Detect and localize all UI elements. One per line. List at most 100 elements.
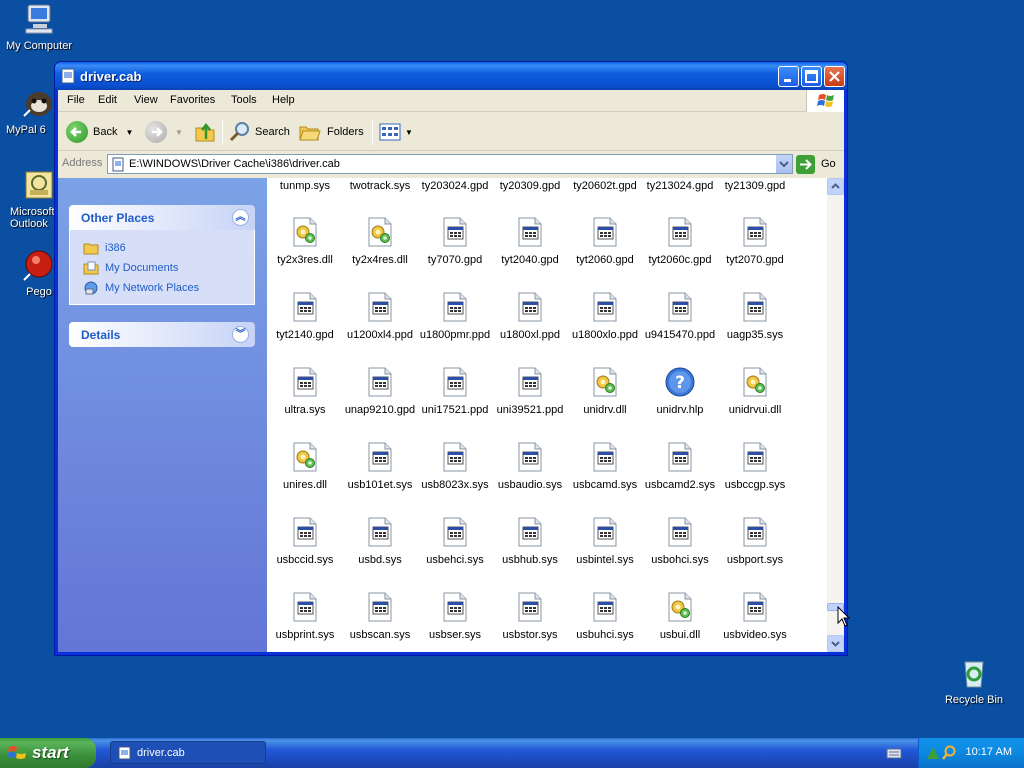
file-item[interactable]: usbaudio.sys — [492, 441, 568, 491]
file-item[interactable]: u1800pmr.ppd — [417, 291, 493, 341]
search-tray-icon[interactable] — [941, 745, 957, 761]
menu-file[interactable]: File — [67, 94, 85, 106]
file-item[interactable]: ty2x4res.dll — [342, 216, 418, 266]
file-item[interactable]: usbuhci.sys — [567, 591, 643, 641]
file-item[interactable]: unidrv.dll — [567, 366, 643, 416]
file-item[interactable]: u1800xlo.ppd — [567, 291, 643, 341]
file-item[interactable]: usbcamd.sys — [567, 441, 643, 491]
file-item[interactable]: ultra.sys — [267, 366, 343, 416]
file-name: u9415470.ppd — [644, 329, 716, 341]
maximize-button[interactable] — [801, 66, 822, 87]
file-item[interactable]: ty21309.gpd — [717, 178, 793, 192]
file-item[interactable]: tyt2070.gpd — [717, 216, 793, 266]
desktop-icon-recycle-bin[interactable]: Recycle Bin — [935, 656, 1013, 706]
file-item[interactable]: twotrack.sys — [342, 178, 418, 192]
scroll-up-button[interactable] — [827, 178, 844, 195]
cab-file-icon — [61, 68, 75, 84]
file-item[interactable]: usbcamd2.sys — [642, 441, 718, 491]
close-button[interactable] — [824, 66, 845, 87]
expand-chevron-icon[interactable]: ︾ — [232, 326, 249, 343]
file-item[interactable]: usbhub.sys — [492, 516, 568, 566]
file-name: tyt2070.gpd — [726, 254, 784, 266]
desktop-icon-my-computer[interactable]: My Computer — [0, 2, 78, 52]
scroll-down-button[interactable] — [827, 635, 844, 652]
folder-icon — [83, 243, 99, 255]
file-name: usb8023x.sys — [421, 479, 489, 491]
menu-edit[interactable]: Edit — [98, 94, 117, 106]
file-item[interactable]: usb101et.sys — [342, 441, 418, 491]
minimize-button[interactable] — [778, 66, 799, 87]
dll-file-icon — [293, 217, 317, 247]
file-item[interactable]: ty213024.gpd — [642, 178, 718, 192]
file-item[interactable]: unires.dll — [267, 441, 343, 491]
vertical-scrollbar[interactable] — [827, 178, 844, 652]
search-button[interactable]: Search — [228, 120, 290, 144]
file-item[interactable]: ty203024.gpd — [417, 178, 493, 192]
file-item[interactable]: usbccgp.sys — [717, 441, 793, 491]
menu-help[interactable]: Help — [272, 94, 295, 106]
file-item[interactable]: tunmp.sys — [267, 178, 343, 192]
file-item[interactable]: usbvideo.sys — [717, 591, 793, 641]
back-dropdown-icon[interactable]: ▼ — [125, 128, 133, 137]
back-button[interactable]: Back ▼ — [66, 120, 133, 144]
menu-view[interactable]: View — [134, 94, 158, 106]
file-item[interactable]: tyt2040.gpd — [492, 216, 568, 266]
file-item[interactable]: u9415470.ppd — [642, 291, 718, 341]
file-item[interactable]: usbehci.sys — [417, 516, 493, 566]
address-input[interactable]: E:\WINDOWS\Driver Cache\i386\driver.cab — [107, 154, 793, 174]
file-item[interactable]: ty7070.gpd — [417, 216, 493, 266]
taskbar-button-driver-cab[interactable]: driver.cab — [110, 741, 266, 764]
start-button[interactable]: start — [0, 738, 96, 768]
file-item[interactable]: unap9210.gpd — [342, 366, 418, 416]
place-link-i386[interactable]: i386 — [83, 238, 254, 258]
file-item[interactable]: usbprint.sys — [267, 591, 343, 641]
forward-button[interactable]: ▼ — [145, 120, 183, 144]
file-item[interactable]: u1800xl.ppd — [492, 291, 568, 341]
file-item[interactable]: uni17521.ppd — [417, 366, 493, 416]
file-item[interactable]: usbd.sys — [342, 516, 418, 566]
file-item[interactable]: usbstor.sys — [492, 591, 568, 641]
address-dropdown-button[interactable] — [775, 155, 792, 173]
sys-file-icon — [368, 442, 392, 472]
file-item[interactable]: ty20309.gpd — [492, 178, 568, 192]
file-item[interactable]: tyt2140.gpd — [267, 291, 343, 341]
file-item[interactable]: usbui.dll — [642, 591, 718, 641]
forward-dropdown-icon[interactable]: ▼ — [175, 128, 183, 137]
desktop-icon-label: Recycle Bin — [944, 694, 1004, 706]
file-item[interactable]: usb8023x.sys — [417, 441, 493, 491]
menu-favorites[interactable]: Favorites — [170, 94, 215, 106]
other-places-header[interactable]: Other Places ︽ — [69, 205, 255, 230]
menu-tools[interactable]: Tools — [231, 94, 257, 106]
file-item[interactable]: uagp35.sys — [717, 291, 793, 341]
file-item[interactable]: usbohci.sys — [642, 516, 718, 566]
up-folder-button[interactable] — [193, 120, 217, 144]
file-item[interactable]: tyt2060.gpd — [567, 216, 643, 266]
file-item[interactable]: ty2x3res.dll — [267, 216, 343, 266]
ppd-file-icon — [668, 292, 692, 322]
file-item[interactable]: uni39521.ppd — [492, 366, 568, 416]
file-item[interactable]: usbscan.sys — [342, 591, 418, 641]
collapse-chevron-icon[interactable]: ︽ — [232, 209, 249, 226]
place-link-my-documents[interactable]: My Documents — [83, 258, 254, 278]
network-places-icon — [84, 281, 98, 295]
file-item[interactable]: usbser.sys — [417, 591, 493, 641]
ppd-file-icon — [368, 292, 392, 322]
go-button[interactable]: Go — [796, 154, 836, 174]
views-button[interactable]: ▼ — [378, 120, 413, 144]
file-item[interactable]: unidrvui.dll — [717, 366, 793, 416]
file-item[interactable]: u1200xl4.ppd — [342, 291, 418, 341]
details-header[interactable]: Details ︾ — [69, 322, 255, 347]
file-item[interactable]: ? unidrv.hlp — [642, 366, 718, 416]
toolbar-separator — [222, 119, 223, 145]
folders-button[interactable]: Folders — [298, 120, 364, 144]
file-item[interactable]: usbport.sys — [717, 516, 793, 566]
keyboard-tray-icon[interactable] — [886, 747, 902, 762]
place-link-my-network-places[interactable]: My Network Places — [83, 278, 254, 298]
file-item[interactable]: usbccid.sys — [267, 516, 343, 566]
file-item[interactable]: tyt2060c.gpd — [642, 216, 718, 266]
network-tray-icon[interactable] — [925, 745, 941, 761]
file-item[interactable]: usbintel.sys — [567, 516, 643, 566]
file-item[interactable]: ty20602t.gpd — [567, 178, 643, 192]
title-bar[interactable]: driver.cab — [55, 62, 847, 90]
sys-file-icon — [743, 517, 767, 547]
